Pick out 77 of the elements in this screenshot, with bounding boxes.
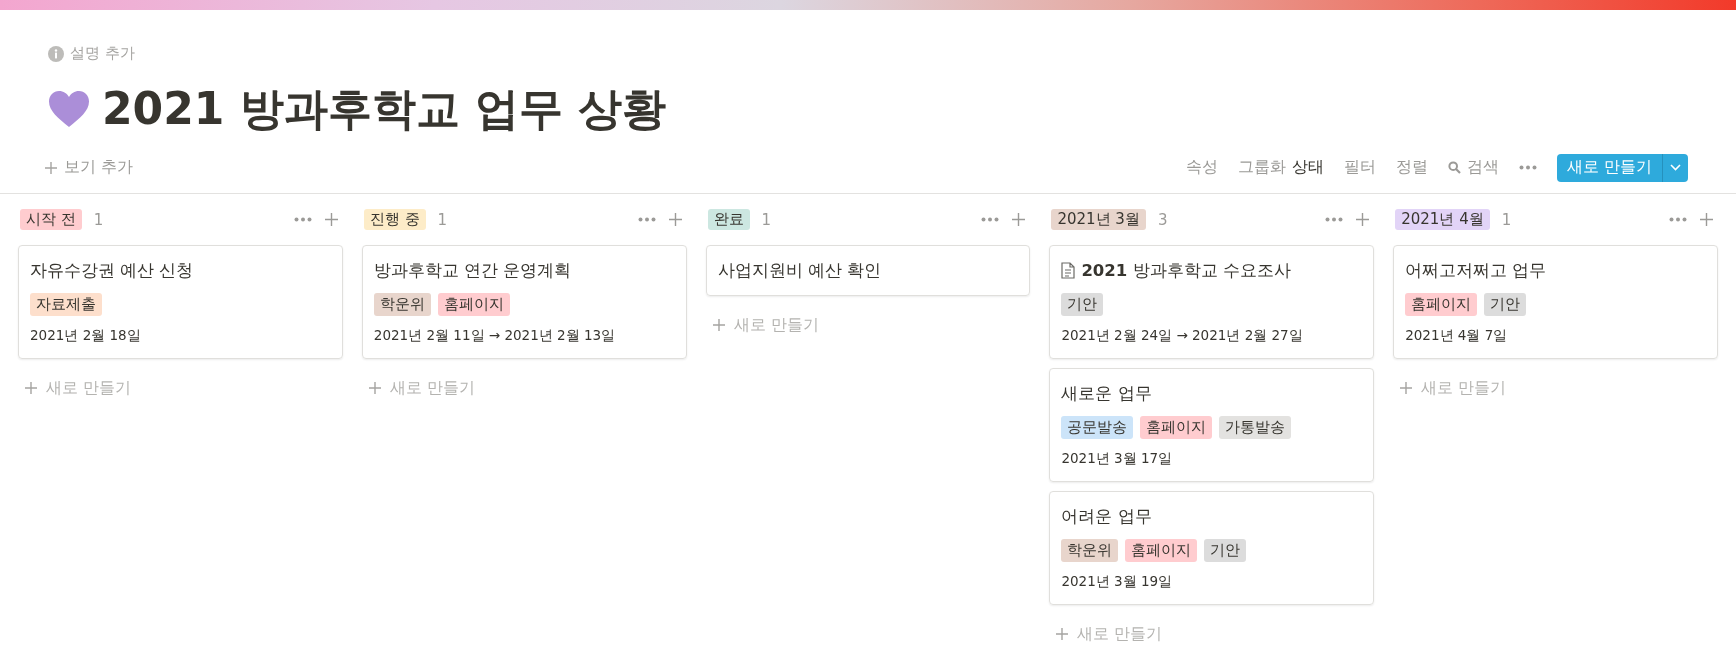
group-count: 1 [1501, 210, 1512, 229]
more-icon[interactable] [637, 217, 656, 222]
tag: 홈페이지 [1405, 292, 1478, 316]
tag: 학운위 [1061, 538, 1119, 562]
task-card[interactable]: 어려운 업무 학운위 홈페이지 기안 2021년 3월 19일 [1049, 490, 1375, 605]
task-card[interactable]: 방과후학교 연간 운영계획 학운위 홈페이지 2021년 2월 11일 → 2021년 2월 13일 [361, 244, 687, 359]
card-title: 어쩌고저쩌고 업무 [1405, 259, 1547, 282]
tag: 학운위 [373, 292, 431, 316]
tag: 홈페이지 [1125, 538, 1198, 562]
more-icon[interactable] [981, 217, 1000, 222]
more-icon[interactable] [1669, 217, 1687, 222]
plus-icon[interactable] [1011, 212, 1027, 227]
plus-icon [1055, 627, 1070, 641]
group-label: 진행 중 [363, 209, 426, 230]
heart-icon [48, 90, 90, 128]
filter-button[interactable]: 필터 [1343, 157, 1376, 178]
task-card[interactable]: 어쩌고저쩌고 업무 홈페이지 기안 2021년 4월 7일 [1393, 244, 1718, 359]
group-count: 1 [93, 210, 104, 229]
add-view-button[interactable]: 보기 추가 [44, 157, 134, 178]
tag: 기안 [1484, 292, 1527, 316]
group-label: 2021년 4월 [1395, 209, 1490, 230]
tag: 공문발송 [1061, 415, 1134, 439]
task-card[interactable]: 2021 방과후학교 수요조사 기안 2021년 2월 24일 → 2021년 2월 27일 [1049, 244, 1375, 359]
plus-icon[interactable] [323, 212, 339, 227]
plus-icon[interactable] [1355, 212, 1371, 227]
new-card-button[interactable]: 새로 만들기 [1393, 367, 1718, 409]
plus-icon[interactable] [1699, 212, 1714, 227]
group-label: 2021년 3월 [1051, 209, 1146, 230]
group-label: 시작 전 [20, 209, 82, 230]
group-label: 완료 [707, 209, 750, 230]
group-count: 1 [761, 210, 772, 229]
task-card[interactable]: 사업지원비 예산 확인 [705, 244, 1031, 296]
card-date: 2021년 3월 17일 [1061, 449, 1174, 468]
tag: 홈페이지 [1140, 415, 1213, 439]
new-card-button[interactable]: 새로 만들기 [18, 367, 343, 409]
card-date: 2021년 2월 24일 → 2021년 2월 27일 [1061, 326, 1304, 345]
plus-icon [24, 381, 38, 395]
card-date: 2021년 2월 11일 → 2021년 2월 13일 [373, 326, 617, 345]
card-date: 2021년 2월 18일 [30, 326, 142, 345]
card-title: 사업지원비 예산 확인 [717, 259, 882, 282]
group-by-button[interactable]: 그룹화 상태 [1237, 157, 1324, 178]
group-count: 1 [437, 210, 448, 229]
more-icon[interactable] [1325, 217, 1344, 222]
info-icon [48, 45, 64, 62]
new-card-button[interactable]: 새로 만들기 [1049, 613, 1375, 655]
sort-button[interactable]: 정렬 [1395, 157, 1428, 178]
plus-icon[interactable] [667, 212, 683, 227]
chevron-down-icon [1670, 164, 1681, 171]
plus-icon [367, 381, 382, 395]
plus-icon [44, 160, 58, 175]
plus-icon [711, 318, 726, 332]
plus-icon [1399, 381, 1414, 395]
search-icon [1447, 161, 1461, 174]
more-icon[interactable] [293, 217, 312, 222]
tag: 기안 [1061, 292, 1104, 316]
add-description-button[interactable]: 설명 추가 [48, 44, 135, 63]
card-title: 새로운 업무 [1061, 382, 1152, 405]
card-title: 자유수강권 예산 신청 [30, 259, 194, 282]
search-button[interactable]: 검색 [1447, 157, 1499, 178]
card-title: 방과후학교 연간 운영계획 [373, 259, 572, 282]
new-card-button[interactable]: 새로 만들기 [705, 304, 1031, 346]
tag: 가통발송 [1219, 415, 1292, 439]
properties-button[interactable]: 속성 [1185, 157, 1218, 178]
document-icon [1061, 262, 1076, 279]
card-title: 어려운 업무 [1061, 505, 1152, 528]
task-card[interactable]: 자유수강권 예산 신청 자료제출 2021년 2월 18일 [18, 244, 343, 359]
card-title: 2021 방과후학교 수요조사 [1081, 259, 1291, 282]
more-icon[interactable] [1518, 165, 1537, 170]
group-count: 3 [1157, 210, 1168, 229]
task-card[interactable]: 새로운 업무 공문발송 홈페이지 가통발송 2021년 3월 17일 [1049, 367, 1375, 482]
tag: 자료제출 [30, 292, 102, 316]
tag: 홈페이지 [437, 292, 510, 316]
new-card-button[interactable]: 새로 만들기 [361, 367, 687, 409]
page-title: 2021 방과후학교 업무 상황 [102, 81, 667, 136]
tag: 기안 [1204, 538, 1247, 562]
card-date: 2021년 4월 7일 [1405, 326, 1509, 345]
card-date: 2021년 3월 19일 [1061, 572, 1174, 591]
